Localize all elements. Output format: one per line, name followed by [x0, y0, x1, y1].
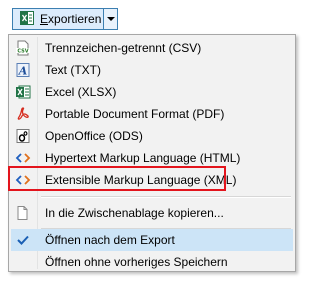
- text-file-icon: A: [15, 62, 31, 78]
- menu-item-label: Öffnen nach dem Export: [45, 233, 175, 247]
- menu-item-label: Öffnen ohne vorheriges Speichern: [45, 255, 228, 269]
- csv-file-icon: CSV: [15, 40, 31, 56]
- menu-item-label: Text (TXT): [45, 63, 101, 77]
- html-file-icon: [15, 150, 31, 166]
- menu-separator: [41, 196, 291, 198]
- checkmark-icon: [15, 232, 31, 248]
- menu-item-txt[interactable]: A Text (TXT): [11, 59, 293, 81]
- menu-item-label: In die Zwischenablage kopieren...: [45, 206, 224, 220]
- menu-item-open-after-export[interactable]: Öffnen nach dem Export: [11, 229, 293, 251]
- openoffice-file-icon: [15, 128, 31, 144]
- menu-item-pdf[interactable]: Portable Document Format (PDF): [11, 103, 293, 125]
- pdf-file-icon: [15, 106, 31, 122]
- menu-item-open-without-saving[interactable]: Öffnen ohne vorheriges Speichern: [11, 251, 293, 273]
- export-button[interactable]: Exportieren: [12, 8, 104, 30]
- export-dropdown-toggle[interactable]: [104, 8, 118, 30]
- menu-item-label: Excel (XLSX): [45, 85, 117, 99]
- excel-file-icon: [15, 84, 31, 100]
- menu-item-csv[interactable]: CSV Trennzeichen-getrennt (CSV): [11, 37, 293, 59]
- menu-item-label: Hypertext Markup Language (HTML): [45, 151, 241, 165]
- export-split-button: Exportieren: [12, 8, 118, 30]
- menu-item-label: OpenOffice (ODS): [45, 129, 143, 143]
- export-menu: CSV Trennzeichen-getrennt (CSV) A Text (…: [8, 34, 296, 272]
- highlight-annotation-box: [8, 166, 226, 191]
- clipboard-icon: [15, 205, 31, 221]
- chevron-down-icon: [106, 17, 115, 21]
- menu-item-xlsx[interactable]: Excel (XLSX): [11, 81, 293, 103]
- menu-item-ods[interactable]: OpenOffice (ODS): [11, 125, 293, 147]
- svg-text:A: A: [18, 65, 28, 78]
- excel-export-icon: [20, 10, 34, 28]
- svg-text:CSV: CSV: [17, 49, 28, 55]
- menu-item-label: Trennzeichen-getrennt (CSV): [45, 41, 202, 55]
- menu-item-label: Portable Document Format (PDF): [45, 107, 225, 121]
- export-button-label: Exportieren: [40, 12, 102, 26]
- menu-item-copy-clipboard[interactable]: In die Zwischenablage kopieren...: [11, 202, 293, 224]
